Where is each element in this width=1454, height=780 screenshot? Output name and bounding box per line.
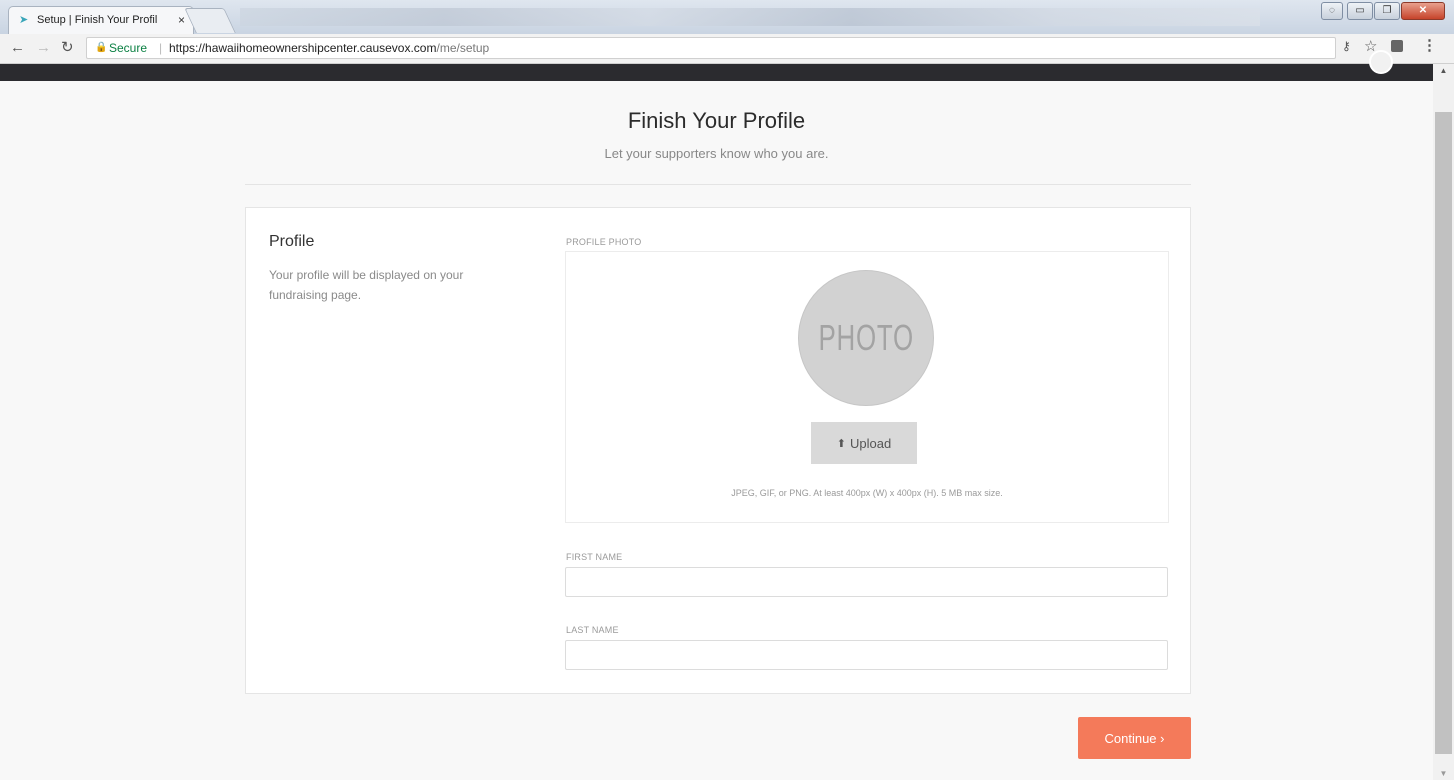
url-omnibox[interactable]: 🔒 Secure | https://hawaiihomeownershipce… bbox=[86, 37, 1336, 59]
secure-label: Secure bbox=[109, 41, 148, 55]
address-bar: ← → ↻ 🔒 Secure | https://hawaiihomeowner… bbox=[0, 34, 1454, 64]
last-name-field[interactable] bbox=[565, 640, 1168, 670]
browser-tab-active[interactable]: ➤ Setup | Finish Your Profil × bbox=[8, 6, 194, 34]
causevox-favicon-icon: ➤ bbox=[19, 14, 29, 26]
user-profile-icon[interactable]: ◌ bbox=[1321, 2, 1343, 20]
maximize-button[interactable]: ❐ bbox=[1374, 2, 1400, 20]
tab-title: Setup | Finish Your Profil bbox=[37, 14, 158, 26]
avatar[interactable] bbox=[1369, 50, 1393, 74]
photo-hint: JPEG, GIF, or PNG. At least 400px (W) x … bbox=[731, 488, 1003, 498]
upload-icon: ⬆ bbox=[836, 437, 846, 450]
last-name-label: LAST NAME bbox=[566, 625, 619, 635]
back-arrow-icon[interactable]: ← bbox=[10, 38, 25, 58]
forward-arrow-icon[interactable]: → bbox=[36, 38, 51, 58]
scroll-down-arrow-icon[interactable]: ▼ bbox=[1433, 769, 1454, 778]
browser-menu-icon[interactable]: ⋮ bbox=[1422, 36, 1437, 54]
extension-icon[interactable] bbox=[1391, 40, 1403, 52]
first-name-field[interactable] bbox=[565, 567, 1168, 597]
scrollbar[interactable]: ▲ ▼ bbox=[1433, 64, 1454, 780]
header-divider bbox=[245, 184, 1191, 185]
reload-icon[interactable]: ↻ bbox=[61, 38, 74, 58]
upload-button[interactable]: ⬆ Upload bbox=[811, 422, 917, 464]
scroll-up-arrow-icon[interactable]: ▲ bbox=[1433, 66, 1454, 75]
photo-placeholder-text: PHOTO bbox=[818, 317, 914, 358]
url-separator: | bbox=[159, 41, 163, 55]
section-description: Your profile will be displayed on your f… bbox=[269, 268, 464, 302]
key-icon[interactable]: ⚷ bbox=[1342, 39, 1351, 53]
first-name-label: FIRST NAME bbox=[566, 552, 623, 562]
page-title: Finish Your Profile bbox=[627, 108, 806, 133]
browser-tab-bar: ➤ Setup | Finish Your Profil × ◌ ▭ ❐ ✕ bbox=[0, 0, 1454, 34]
scrollbar-thumb[interactable] bbox=[1435, 112, 1452, 754]
minimize-button[interactable]: ▭ bbox=[1347, 2, 1373, 20]
lock-icon: 🔒 bbox=[95, 42, 108, 53]
close-window-button[interactable]: ✕ bbox=[1401, 2, 1445, 20]
url-path: /me/setup bbox=[436, 41, 490, 55]
upload-label: Upload bbox=[850, 435, 892, 451]
tab-close-icon[interactable]: × bbox=[178, 7, 185, 34]
section-title: Profile bbox=[269, 233, 315, 250]
profile-photo-label: PROFILE PHOTO bbox=[566, 237, 642, 247]
other-tabs-blurred bbox=[240, 8, 1260, 26]
photo-placeholder: PHOTO bbox=[798, 270, 934, 406]
site-header-bar bbox=[0, 64, 1433, 81]
url-text: https://hawaiihomeownershipcenter.causev… bbox=[169, 38, 489, 58]
page-subtitle: Let your supporters know who you are. bbox=[604, 146, 829, 161]
url-host: https://hawaiihomeownershipcenter.causev… bbox=[169, 41, 437, 55]
profile-card: Profile Your profile will be displayed o… bbox=[245, 207, 1191, 694]
profile-photo-box: PHOTO ⬆ Upload JPEG, GIF, or PNG. At lea… bbox=[565, 251, 1169, 523]
continue-button[interactable]: Continue › bbox=[1078, 717, 1191, 759]
